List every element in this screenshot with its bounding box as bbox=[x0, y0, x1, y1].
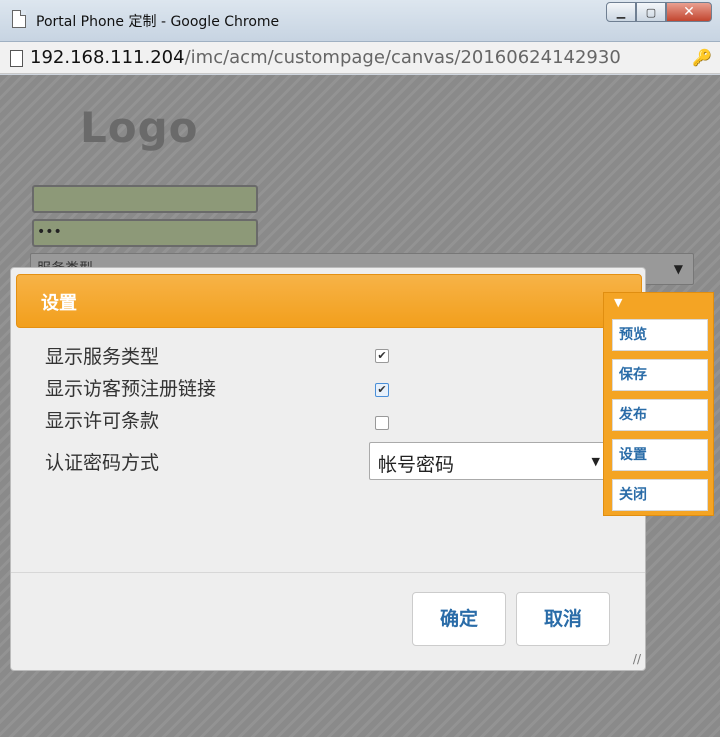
settings-dialog: 设置 显示服务类型 ✔ 显示访客预注册链接 ✔ 显示许可条款 认证密码方式 帐号… bbox=[10, 267, 646, 671]
key-icon[interactable]: 🔑 bbox=[692, 48, 712, 67]
minimize-button[interactable]: ▁ bbox=[606, 2, 636, 22]
username-field[interactable] bbox=[32, 185, 258, 213]
pin-icon[interactable]: ▼ bbox=[614, 296, 622, 309]
minimize-icon: ▁ bbox=[616, 5, 626, 19]
close-toolbar-button[interactable]: 关闭 bbox=[612, 479, 708, 511]
logo: Logo bbox=[80, 103, 199, 152]
password-field[interactable]: ••• bbox=[32, 219, 258, 247]
address-bar[interactable]: 192.168.111.204/imc/acm/custompage/canva… bbox=[0, 42, 720, 74]
checkbox-show-service-type[interactable]: ✔ bbox=[375, 349, 389, 363]
save-button[interactable]: 保存 bbox=[612, 359, 708, 391]
dialog-header[interactable]: 设置 bbox=[16, 274, 642, 328]
url-text[interactable]: 192.168.111.204/imc/acm/custompage/canva… bbox=[30, 47, 690, 68]
window-controls: ▁ ▢ ✕ bbox=[606, 2, 712, 22]
auth-method-value: 帐号密码 bbox=[378, 454, 455, 476]
resize-grip-icon[interactable]: // bbox=[633, 652, 641, 666]
page-icon bbox=[12, 10, 26, 28]
checkbox-show-guest-registration[interactable]: ✔ bbox=[375, 383, 389, 397]
option-label-show-license: 显示许可条款 bbox=[45, 410, 160, 432]
ok-button[interactable]: 确定 bbox=[412, 592, 506, 646]
chevron-down-icon: ▼ bbox=[673, 262, 683, 276]
dialog-title: 设置 bbox=[41, 293, 77, 314]
maximize-button[interactable]: ▢ bbox=[636, 2, 666, 22]
option-label-show-guest-registration: 显示访客预注册链接 bbox=[45, 378, 217, 400]
auth-method-select[interactable]: 帐号密码 ▼ bbox=[369, 442, 607, 480]
close-button[interactable]: ✕ bbox=[666, 2, 712, 22]
window-title: Portal Phone 定制 - Google Chrome bbox=[36, 14, 280, 30]
chevron-down-icon: ▼ bbox=[591, 455, 600, 468]
document-icon bbox=[10, 50, 23, 67]
cancel-button[interactable]: 取消 bbox=[516, 592, 610, 646]
maximize-icon: ▢ bbox=[645, 5, 657, 19]
settings-button[interactable]: 设置 bbox=[612, 439, 708, 471]
close-icon: ✕ bbox=[683, 4, 695, 20]
window-titlebar: Portal Phone 定制 - Google Chrome ▁ ▢ ✕ bbox=[0, 0, 720, 42]
option-label-show-service-type: 显示服务类型 bbox=[45, 346, 160, 368]
url-host: 192.168.111.204 bbox=[30, 47, 185, 68]
url-path: /imc/acm/custompage/canvas/2016062414293… bbox=[184, 47, 621, 68]
checkbox-show-license[interactable] bbox=[375, 416, 389, 430]
publish-button[interactable]: 发布 bbox=[612, 399, 708, 431]
auth-method-label: 认证密码方式 bbox=[45, 452, 160, 474]
divider bbox=[11, 572, 645, 573]
preview-button[interactable]: 预览 bbox=[612, 319, 708, 351]
floating-toolbar: ▼ 预览 保存 发布 设置 关闭 bbox=[603, 292, 714, 516]
